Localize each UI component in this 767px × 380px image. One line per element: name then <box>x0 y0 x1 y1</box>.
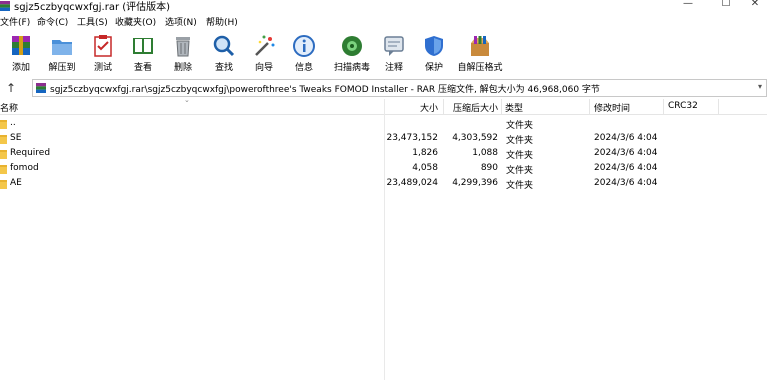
menu-file[interactable]: 文件(F) <box>0 15 30 28</box>
row-name: SE <box>10 133 22 143</box>
info-icon <box>293 35 315 57</box>
folder-icon <box>0 180 7 189</box>
add-button[interactable]: 添加 <box>1 32 41 74</box>
minimize-button[interactable]: — <box>673 0 703 12</box>
sfx-box-icon <box>471 36 489 56</box>
wizard-wand-icon <box>255 35 275 56</box>
trash-icon <box>176 37 190 57</box>
row-modified: 2024/3/6 4:04 <box>594 178 658 188</box>
sort-caret-icon: ⌄ <box>184 96 190 104</box>
shield-icon <box>425 36 443 56</box>
column-divider[interactable] <box>718 99 719 115</box>
row-type: 文件夹 <box>506 136 534 146</box>
menu-tools[interactable]: 工具(S) <box>77 15 108 28</box>
column-divider[interactable] <box>443 99 444 115</box>
file-list: 名称 ⌄ 大小 压缩后大小 类型 修改时间 CRC32 .. 文件夹 SE 23… <box>0 96 767 380</box>
table-row[interactable]: SE 23,473,152 4,303,592 文件夹 2024/3/6 4:0… <box>0 132 767 147</box>
column-packed[interactable]: 压缩后大小 <box>453 101 498 114</box>
close-button[interactable]: ✕ <box>740 0 767 12</box>
title-bar: sgjz5czbyqcwxfgj.rar (评估版本) — ☐ ✕ <box>0 0 767 13</box>
column-modified[interactable]: 修改时间 <box>594 101 630 114</box>
row-size: 4,058 <box>412 163 438 173</box>
test-clipboard-icon <box>94 35 112 57</box>
menu-favorites[interactable]: 收藏夹(O) <box>115 15 156 28</box>
row-type: 文件夹 <box>506 151 534 161</box>
address-bar: ↑ sgjz5czbyqcwxfgj.rar\sgjz5czbyqcwxfgj\… <box>0 78 767 98</box>
folder-icon <box>0 135 7 144</box>
menu-options[interactable]: 选项(N) <box>165 15 197 28</box>
row-packed: 890 <box>480 163 498 173</box>
comment-icon <box>384 36 404 56</box>
row-size: 23,489,024 <box>386 178 438 188</box>
column-crc[interactable]: CRC32 <box>668 101 698 111</box>
window-title: sgjz5czbyqcwxfgj.rar (评估版本) <box>14 2 171 13</box>
path-text: sgjz5czbyqcwxfgj.rar\sgjz5czbyqcwxfgj\po… <box>50 85 600 95</box>
info-label: 信息 <box>294 63 313 73</box>
row-size: 23,473,152 <box>386 133 438 143</box>
archive-icon <box>36 83 46 93</box>
folder-icon <box>0 120 7 129</box>
extract-to-button[interactable]: 解压到 <box>42 32 82 74</box>
row-type: 文件夹 <box>506 166 534 176</box>
menu-bar: 文件(F) 命令(C) 工具(S) 收藏夹(O) 选项(N) 帮助(H) <box>0 13 767 30</box>
path-dropdown-icon[interactable]: ▾ <box>758 82 762 91</box>
column-name[interactable]: 名称 <box>0 101 18 114</box>
add-archive-icon <box>12 36 30 55</box>
table-row[interactable]: AE 23,489,024 4,299,396 文件夹 2024/3/6 4:0… <box>0 177 767 192</box>
protect-button[interactable]: 保护 <box>414 32 454 74</box>
row-type: 文件夹 <box>506 181 534 191</box>
protect-label: 保护 <box>424 63 443 73</box>
sfx-label: 自解压格式 <box>457 63 503 73</box>
winrar-app-icon <box>0 1 10 11</box>
row-name: AE <box>10 178 22 188</box>
column-divider[interactable] <box>663 99 664 115</box>
row-modified: 2024/3/6 4:04 <box>594 133 658 143</box>
column-type[interactable]: 类型 <box>505 101 523 114</box>
row-type: 文件夹 <box>506 121 534 131</box>
info-button[interactable]: 信息 <box>284 32 324 74</box>
magnifier-icon <box>213 35 235 57</box>
row-size: 1,826 <box>412 148 438 158</box>
extract-folder-icon <box>52 40 72 55</box>
row-modified: 2024/3/6 4:04 <box>594 148 658 158</box>
virus-scan-button[interactable]: 扫描病毒 <box>332 32 372 74</box>
virus-scan-icon <box>342 36 362 56</box>
row-packed: 4,299,396 <box>452 178 498 188</box>
folder-icon <box>0 165 7 174</box>
folder-icon <box>0 150 7 159</box>
menu-commands[interactable]: 命令(C) <box>37 15 68 28</box>
column-size[interactable]: 大小 <box>420 101 438 114</box>
sfx-button[interactable]: 自解压格式 <box>457 32 503 74</box>
table-row[interactable]: .. 文件夹 <box>0 117 767 132</box>
row-modified: 2024/3/6 4:04 <box>594 163 658 173</box>
column-divider[interactable] <box>589 99 590 115</box>
row-name: Required <box>10 148 51 158</box>
row-name: fomod <box>10 163 39 173</box>
table-row[interactable]: Required 1,826 1,088 文件夹 2024/3/6 4:04 <box>0 147 767 162</box>
view-book-icon <box>133 38 153 54</box>
up-folder-button[interactable]: ↑ <box>3 80 19 96</box>
row-packed: 1,088 <box>472 148 498 158</box>
column-divider[interactable] <box>501 99 502 115</box>
maximize-button[interactable]: ☐ <box>711 0 741 12</box>
toolbar: 添加 解压到 测试 查看 删除 查找 向导 信息 扫描病毒 注释 保护 自解压格… <box>0 30 767 75</box>
table-row[interactable]: fomod 4,058 890 文件夹 2024/3/6 4:04 <box>0 162 767 177</box>
menu-help[interactable]: 帮助(H) <box>206 15 238 28</box>
delete-button[interactable]: 删除 <box>163 32 203 74</box>
path-field[interactable]: sgjz5czbyqcwxfgj.rar\sgjz5czbyqcwxfgj\po… <box>32 79 767 97</box>
row-name: .. <box>10 118 16 128</box>
row-packed: 4,303,592 <box>452 133 498 143</box>
